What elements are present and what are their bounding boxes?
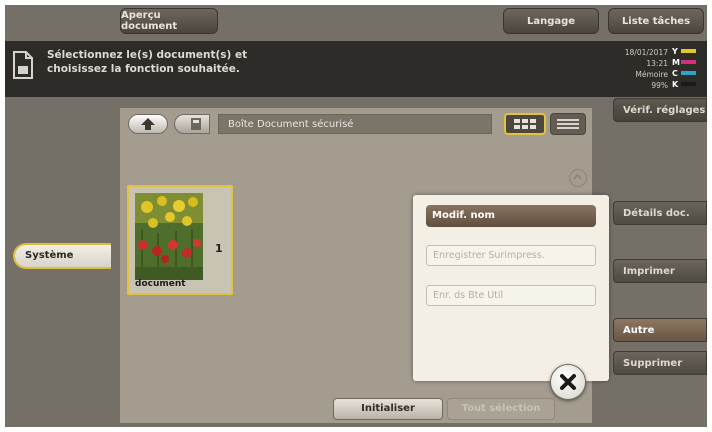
scroll-up-button[interactable]	[569, 169, 587, 187]
tab-document-preview[interactable]: Aperçu document	[120, 8, 218, 34]
thumbnail-view-button[interactable]	[504, 113, 546, 135]
toner-cyan: C	[672, 69, 698, 78]
memory-value: 99%	[651, 81, 668, 90]
tab-language[interactable]: Langage	[503, 8, 599, 34]
check-settings-button[interactable]: Vérif. réglages	[613, 98, 707, 122]
go-up-button[interactable]	[128, 114, 168, 134]
control-panel-screen: Aperçu document Langage Liste tâches Sél…	[5, 5, 707, 427]
chevron-up-icon	[573, 173, 582, 180]
time-display: 13:21	[646, 59, 668, 68]
date-display: 18/01/2017	[624, 48, 668, 57]
list-view-button[interactable]	[550, 113, 586, 135]
save-to-user-box-option: Enr. ds Bte Util	[426, 285, 596, 306]
select-all-button: Tout sélection	[447, 398, 555, 420]
grid-view-icon	[514, 119, 536, 129]
toner-yellow: Y	[672, 47, 698, 56]
document-preview-image	[135, 193, 203, 280]
up-arrow-icon	[141, 118, 155, 130]
close-button[interactable]	[550, 364, 586, 400]
tab-system[interactable]: Système	[13, 243, 111, 269]
tab-job-list[interactable]: Liste tâches	[608, 8, 704, 34]
rename-option[interactable]: Modif. nom	[426, 205, 596, 227]
print-button[interactable]: Imprimer	[613, 259, 707, 283]
message-bar: Sélectionnez le(s) document(s) et choisi…	[5, 41, 707, 97]
box-selector-button[interactable]	[174, 114, 210, 134]
delete-button[interactable]: Supprimer	[613, 351, 707, 375]
page-count: 1	[215, 242, 223, 255]
document-icon	[13, 51, 33, 79]
other-button[interactable]: Autre	[613, 318, 707, 342]
instruction-message: Sélectionnez le(s) document(s) et choisi…	[47, 49, 248, 75]
box-icon	[191, 118, 201, 130]
reset-button[interactable]: Initialiser	[333, 398, 443, 420]
document-name: document	[135, 279, 186, 289]
list-view-icon	[557, 119, 579, 129]
document-thumbnail[interactable]: 1 document	[127, 185, 233, 295]
close-icon	[560, 374, 576, 390]
save-overlay-option: Enregistrer Surimpress.	[426, 245, 596, 266]
document-details-button[interactable]: Détails doc.	[613, 201, 707, 225]
box-path: Boîte Document sécurisé	[218, 114, 492, 134]
memory-label: Mémoire	[635, 70, 668, 79]
status-area: 18/01/2017 13:21 Mémoire 99% Y M C K	[612, 46, 702, 92]
toner-magenta: M	[672, 58, 698, 67]
toner-black: K	[672, 80, 698, 89]
action-popup: Modif. nom Enregistrer Surimpress. Enr. …	[413, 195, 609, 381]
